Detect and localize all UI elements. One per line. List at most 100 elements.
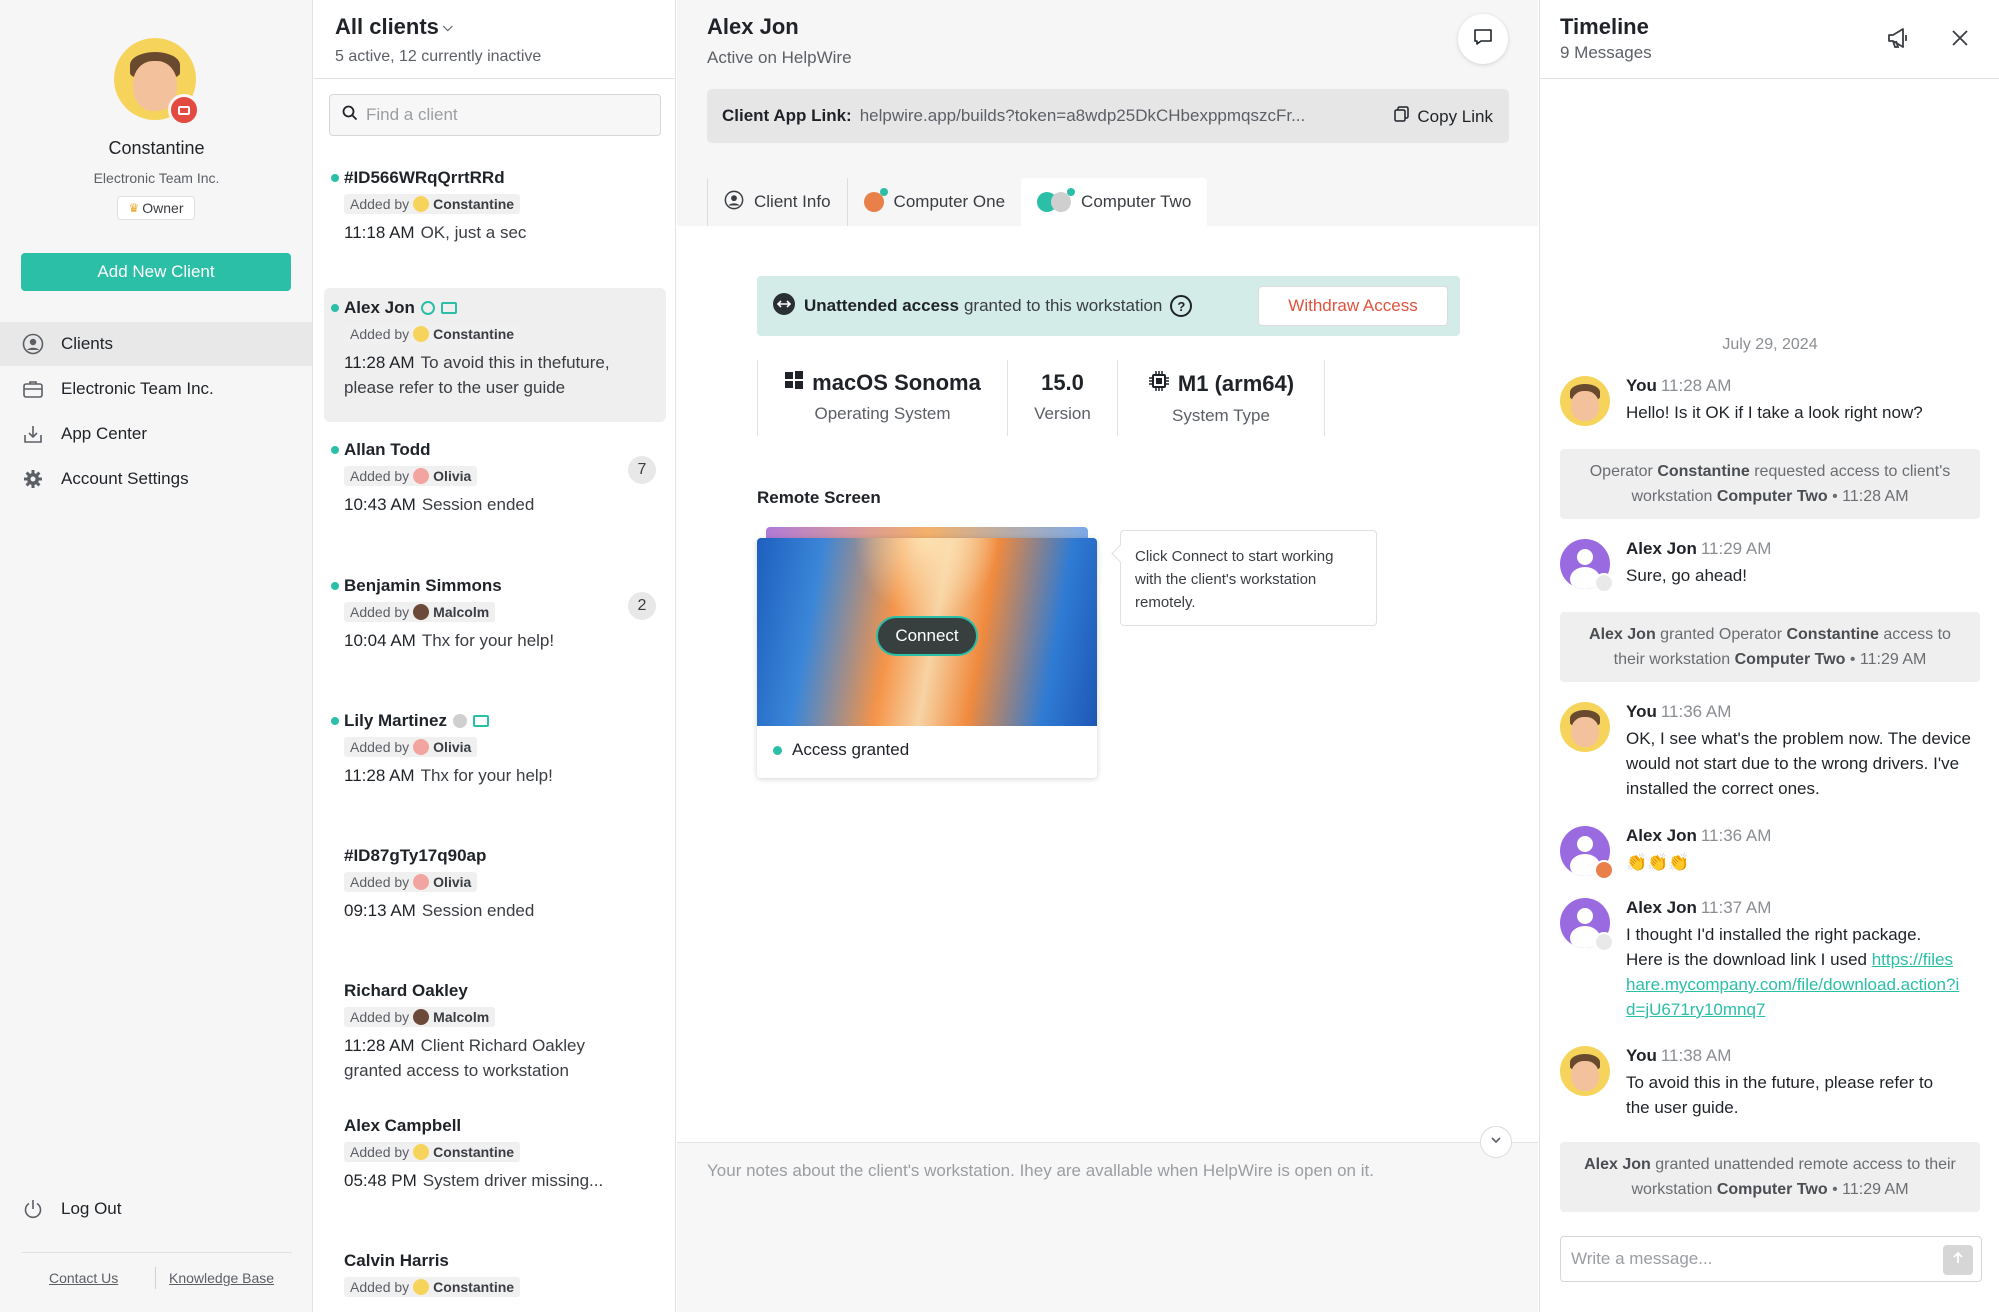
event-workstation: Computer Two xyxy=(1716,488,1828,505)
link-value[interactable]: helpwire.app/builds?token=a8wdp25DkCHbex… xyxy=(860,106,1380,126)
client-list-item[interactable]: Allan Todd Added by Olivia 10:43 AM Sessio… xyxy=(324,430,666,550)
chat-toggle-button[interactable] xyxy=(1458,14,1508,64)
clients-filter-dropdown[interactable]: All clients ⌵ xyxy=(335,14,541,40)
soccer-ball-icon xyxy=(1594,932,1614,952)
unread-count-badge: 2 xyxy=(628,592,656,620)
avatar xyxy=(1560,702,1610,752)
role-badge: ♛ Owner xyxy=(117,196,195,220)
timeline-title: Timeline xyxy=(1560,14,1649,39)
message-author: You xyxy=(1626,1046,1657,1065)
sidebar-item-organization[interactable]: Electronic Team Inc. xyxy=(0,367,312,411)
event-time: • 11:28 AM xyxy=(1827,488,1909,505)
chat-message: Alex Jon 11:36 AM 👏👏👏 xyxy=(1560,826,1980,880)
client-list-item[interactable]: Lily Martinez Added by Olivia 11:28 AM Thx… xyxy=(324,701,666,821)
added-by-tag: Added by Malcolm xyxy=(344,602,496,622)
client-list-item-selected[interactable]: Alex Jon Added by Constantine 11:28 AM To … xyxy=(324,288,666,422)
tab-computer-one[interactable]: Computer One xyxy=(846,178,1022,226)
client-list-item[interactable]: Richard Oakley Added by Malcolm 11:28 AM C… xyxy=(324,971,666,1091)
client-list-item[interactable]: Calvin Harris Added by Constantine xyxy=(324,1241,666,1312)
remote-access-icon xyxy=(452,714,467,728)
message-author: You xyxy=(1626,376,1657,395)
client-status: Active on HelpWire xyxy=(707,48,852,67)
clients-title: All clients xyxy=(335,14,439,39)
client-list-item[interactable]: Benjamin Simmons Added by Malcolm 10:04 A… xyxy=(324,566,666,686)
message-time: 09:13 AM xyxy=(344,901,416,920)
clients-summary: 5 active, 12 currently inactive xyxy=(335,48,542,65)
contact-us-link[interactable]: Contact Us xyxy=(49,1270,118,1286)
help-icon[interactable]: ? xyxy=(1170,295,1193,317)
sidebar-item-label: App Center xyxy=(61,424,147,443)
spec-value: M1 (arm64) xyxy=(1177,371,1295,396)
tab-computer-two[interactable]: Computer Two xyxy=(1021,178,1208,226)
tab-label: Computer One xyxy=(893,192,1006,211)
client-name: Allan Todd xyxy=(344,440,431,459)
added-by-label: Added by xyxy=(350,739,410,755)
send-button[interactable] xyxy=(1943,1245,1973,1275)
tab-client-info[interactable]: Client Info xyxy=(707,178,847,226)
client-list-item[interactable]: #ID566WRqQrrtRRd Added by Constantine 11:… xyxy=(324,158,666,278)
message-time: 11:18 AM xyxy=(344,223,415,242)
last-message: 11:28 AM To avoid this in thefuture, plea… xyxy=(344,350,644,400)
message-text: OK, I see what's the problem now. The de… xyxy=(1626,729,1972,798)
client-list-item[interactable]: Alex Campbell Added by Constantine 05:48 … xyxy=(324,1106,666,1226)
system-event: Alex Jon granted Operator Constantine ac… xyxy=(1560,612,1980,682)
notes-input[interactable] xyxy=(707,1161,1508,1281)
added-by-name: Olivia xyxy=(433,874,472,890)
arrow-up-icon xyxy=(1951,1251,1965,1270)
announcement-button[interactable] xyxy=(1885,26,1913,54)
workstation-tabs: Client Info Computer One Computer Two xyxy=(707,178,1208,226)
added-by-tag: Added by Constantine xyxy=(344,1142,521,1162)
chat-message: You 11:36 AM OK, I see what's the problem… xyxy=(1560,702,1980,801)
message-text: OK, just a sec xyxy=(420,223,527,242)
divider xyxy=(314,78,675,79)
download-icon xyxy=(22,423,44,445)
event-text: granted Operator xyxy=(1655,626,1787,643)
close-icon xyxy=(1950,28,1970,53)
logout-label: Log Out xyxy=(61,1199,122,1218)
added-by-label: Added by xyxy=(350,326,410,342)
briefcase-icon xyxy=(22,378,44,400)
chat-message: You 11:38 AM To avoid this in the future,… xyxy=(1560,1046,1980,1120)
search-input[interactable] xyxy=(366,105,646,125)
added-by-label: Added by xyxy=(350,604,410,620)
message-text: Thx for your help! xyxy=(421,631,555,650)
chip-icon xyxy=(1148,370,1170,398)
sidebar-item-label: Account Settings xyxy=(61,469,189,488)
event-text: Operator xyxy=(1589,463,1658,480)
knowledge-base-link[interactable]: Knowledge Base xyxy=(169,1270,274,1286)
copy-link-button[interactable]: Copy Link xyxy=(1393,105,1493,128)
added-by-tag: Added by Olivia xyxy=(344,737,478,757)
close-timeline-button[interactable] xyxy=(1946,26,1974,54)
copy-icon xyxy=(1393,105,1411,128)
message-author: Alex Jon xyxy=(1626,539,1697,558)
message-time: 11:36 AM xyxy=(1660,702,1732,721)
logout-button[interactable]: Log Out xyxy=(22,1198,122,1220)
message-time: 11:36 AM xyxy=(1700,826,1772,845)
added-by-label: Added by xyxy=(350,468,410,484)
chat-bubble-icon xyxy=(1472,26,1494,53)
sidebar-item-account-settings[interactable]: Account Settings xyxy=(0,457,312,501)
online-indicator xyxy=(331,446,339,454)
client-search[interactable] xyxy=(329,94,661,136)
message-time: 11:28 AM xyxy=(344,1036,415,1055)
online-indicator xyxy=(331,174,339,182)
collapse-notes-button[interactable] xyxy=(1480,1126,1512,1158)
add-new-client-button[interactable]: Add New Client xyxy=(21,253,291,291)
message-input[interactable] xyxy=(1571,1249,1931,1269)
last-message: 10:43 AM Session ended xyxy=(344,492,644,517)
sidebar-item-app-center[interactable]: App Center xyxy=(0,412,312,456)
added-by-name: Malcolm xyxy=(433,604,490,620)
system-event: Operator Constantine requested access to… xyxy=(1560,449,1980,519)
added-by-name: Constantine xyxy=(433,326,515,342)
client-list-item[interactable]: #ID87gTy17q90ap Added by Olivia 09:13 AM S… xyxy=(324,836,666,956)
message-author: You xyxy=(1626,702,1657,721)
connect-button[interactable]: Connect xyxy=(876,616,978,656)
client-detail-panel: Alex Jon Active on HelpWire Client App L… xyxy=(677,0,1538,1312)
withdraw-access-button[interactable]: Withdraw Access xyxy=(1258,286,1448,326)
client-list-header: All clients ⌵ 5 active, 12 currently ina… xyxy=(335,14,541,66)
timeline-date: July 29, 2024 xyxy=(1722,336,1818,353)
client-title: Alex Jon xyxy=(707,14,799,39)
last-message: 11:18 AM OK, just a sec xyxy=(344,220,644,245)
sidebar-item-clients[interactable]: Clients xyxy=(0,322,312,366)
avatar xyxy=(413,1279,430,1295)
